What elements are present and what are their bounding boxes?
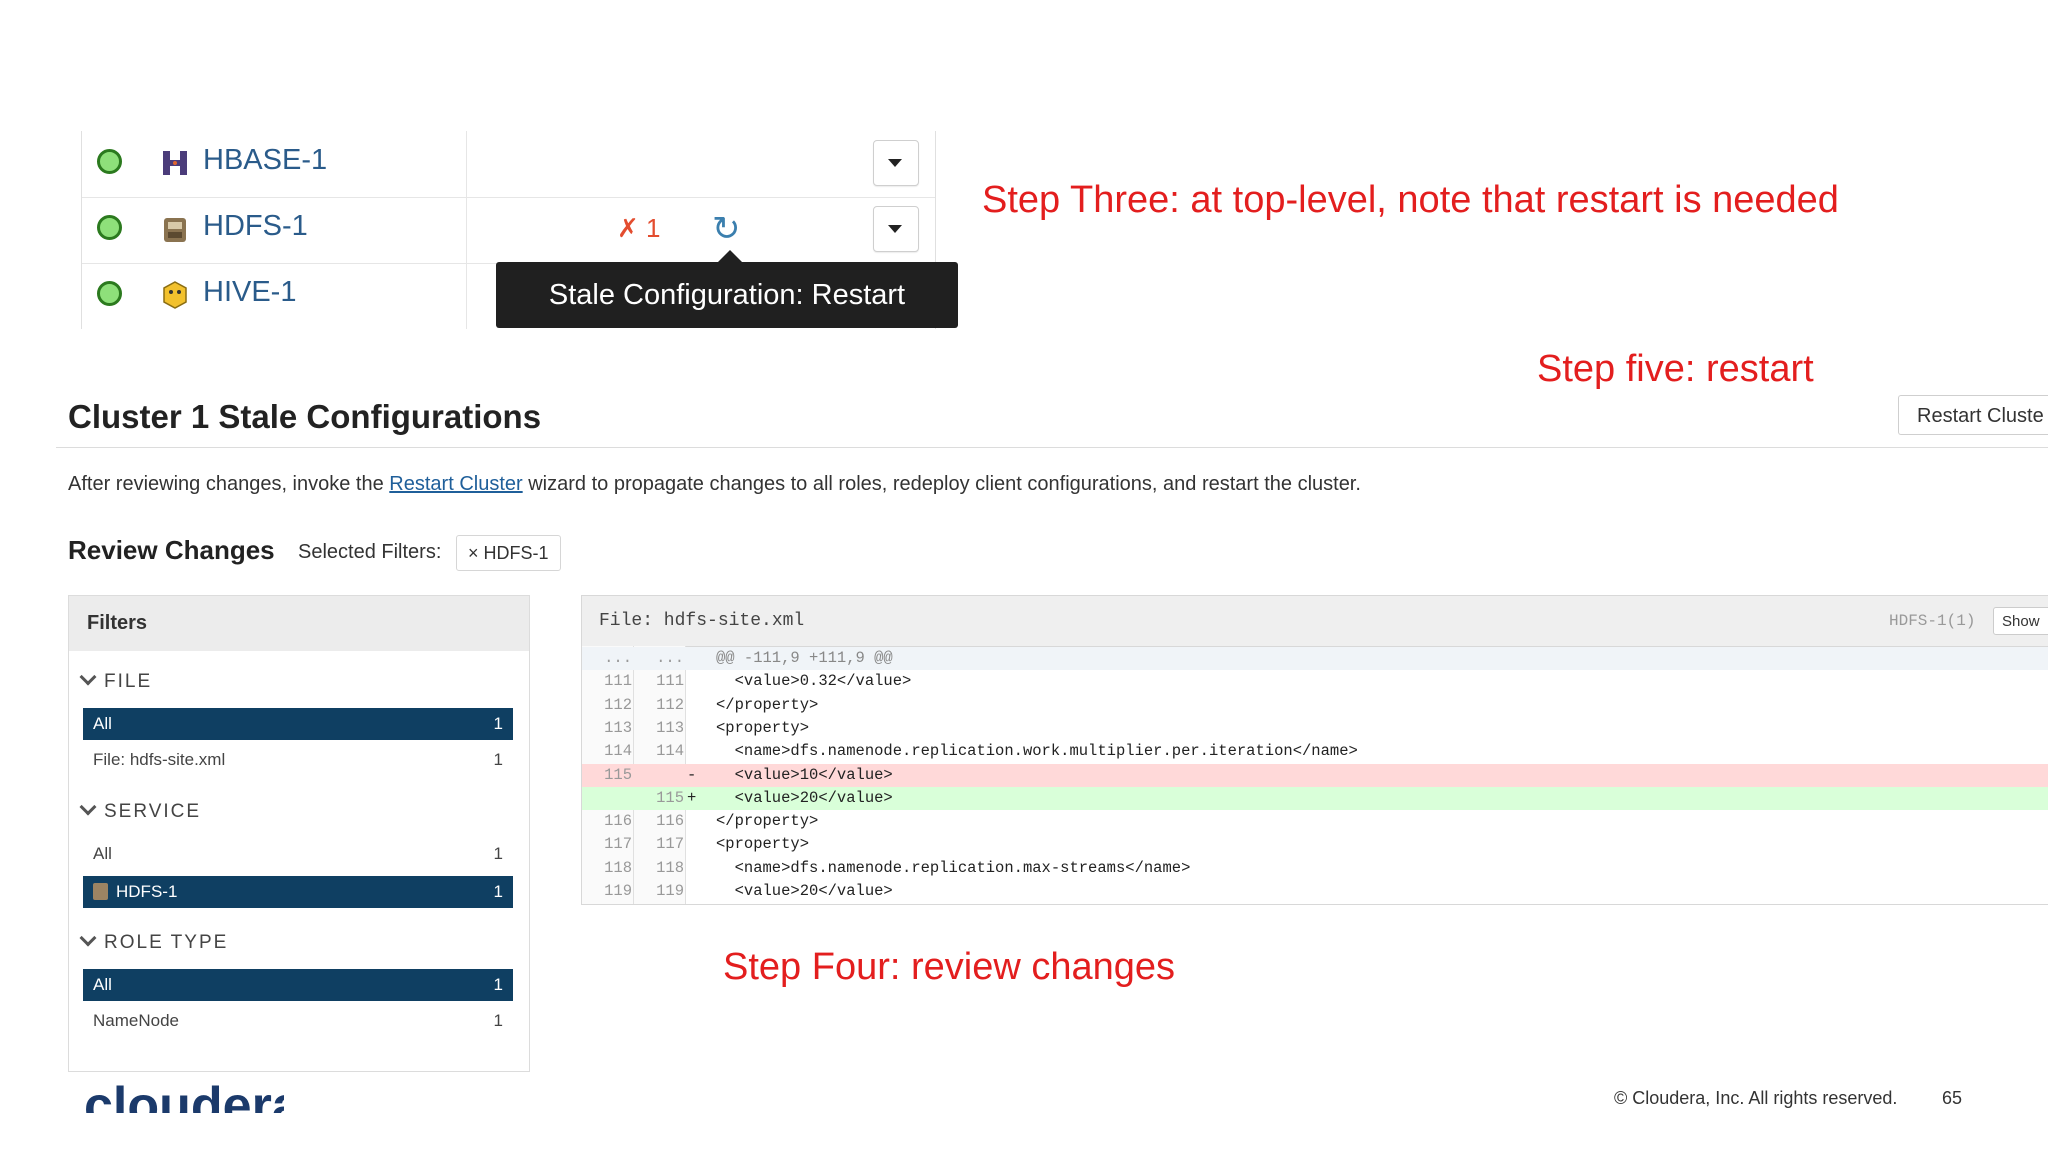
line-number: 116 xyxy=(656,812,684,831)
filter-group-role-type[interactable]: ROLE TYPE xyxy=(79,929,228,954)
hdfs-icon xyxy=(93,883,108,900)
line-number: 113 xyxy=(604,718,632,737)
status-good-icon xyxy=(97,281,122,306)
diff-code: <property> xyxy=(716,718,810,737)
service-name-link[interactable]: HDFS-1 xyxy=(203,210,308,243)
service-name-link[interactable]: HBASE-1 xyxy=(203,144,327,177)
status-good-icon xyxy=(97,149,122,174)
divider xyxy=(56,447,2048,448)
hive-icon xyxy=(163,281,187,309)
wrench-screwdriver-icon: ✗ xyxy=(617,213,639,243)
line-number: 118 xyxy=(604,858,632,877)
diff-line: 116 116 </property> xyxy=(582,810,2048,833)
copyright-text: © Cloudera, Inc. All rights reserved. xyxy=(1614,1088,1898,1108)
diff-header: File: hdfs-site.xml HDFS-1(1) Show xyxy=(582,596,2048,647)
line-number: 112 xyxy=(604,695,632,714)
diff-sign: + xyxy=(687,788,697,807)
tooltip-arrow xyxy=(718,250,742,262)
filter-item-role-all[interactable]: All 1 xyxy=(83,969,513,1001)
filter-group-service[interactable]: SERVICE xyxy=(79,798,201,823)
line-number: 119 xyxy=(656,882,684,900)
filters-title: Filters xyxy=(69,596,529,651)
filter-item-file-hdfs-site[interactable]: File: hdfs-site.xml 1 xyxy=(83,744,513,776)
diff-code: <name>dfs.namenode.replication.max-strea… xyxy=(716,858,1191,877)
diff-line: ...... @@ -111,9 +111,9 @@ xyxy=(582,647,2048,670)
diff-line: 115 + <value>20</value> xyxy=(582,786,2048,810)
service-row-hbase: HBASE-1 xyxy=(82,131,935,198)
diff-service-label: HDFS-1(1) xyxy=(1889,612,1976,630)
page-title: Cluster 1 Stale Configurations xyxy=(68,398,542,435)
annotation-step-three: Step Three: at top-level, note that rest… xyxy=(982,179,1839,221)
line-number: ... xyxy=(656,649,684,667)
filter-item-service-all[interactable]: All 1 xyxy=(83,838,513,870)
filter-item-service-hdfs[interactable]: HDFS-1 1 xyxy=(83,876,513,908)
diff-code: <value>0.32</value> xyxy=(716,672,912,691)
stale-config-indicator[interactable]: ✗ 1 xyxy=(617,213,661,244)
diff-code: <name>dfs.namenode.replication.work.mult… xyxy=(716,742,1358,761)
diff-line: 118 118 <name>dfs.namenode.replication.ma… xyxy=(582,857,2048,880)
line-number: 118 xyxy=(656,858,684,877)
line-number: 111 xyxy=(604,672,632,691)
diff-line: 117 117 <property> xyxy=(582,833,2048,856)
diff-line: 119 119 <value>20</value> xyxy=(582,880,2048,903)
diff-file-name: File: hdfs-site.xml xyxy=(599,611,805,631)
chevron-down-icon xyxy=(79,668,97,686)
selected-filters-label: Selected Filters: xyxy=(298,541,442,563)
filter-item-role-namenode[interactable]: NameNode 1 xyxy=(83,1005,513,1037)
diff-line: 112 112 </property> xyxy=(582,694,2048,717)
diff-code: <value>20</value> xyxy=(716,882,893,900)
hbase-icon xyxy=(163,151,187,175)
diff-code: <property> xyxy=(716,835,810,854)
filter-chip-hdfs[interactable]: × HDFS-1 xyxy=(456,535,561,571)
diff-code: <value>10</value> xyxy=(716,765,893,784)
line-number: 116 xyxy=(604,812,632,831)
stale-config-tooltip: Stale Configuration: Restart xyxy=(496,262,958,328)
line-number: ... xyxy=(604,649,632,667)
line-number: 119 xyxy=(604,882,632,900)
diff-line: 114 114 <name>dfs.namenode.replication.wo… xyxy=(582,740,2048,763)
status-good-icon xyxy=(97,215,122,240)
line-number: 112 xyxy=(656,695,684,714)
diff-code: </property> xyxy=(716,812,819,831)
actions-dropdown-button[interactable] xyxy=(873,206,919,252)
diff-line: 113 113 <property> xyxy=(582,717,2048,740)
service-row-hdfs: HDFS-1 ✗ 1 ↻ xyxy=(82,197,935,264)
description-text: After reviewing changes, invoke the Rest… xyxy=(68,473,1361,495)
line-number: 111 xyxy=(656,672,684,691)
line-number: 115 xyxy=(604,765,632,784)
line-number: 115 xyxy=(656,788,684,807)
line-number: 114 xyxy=(604,742,632,761)
diff-line: 111 111 <value>0.32</value> xyxy=(582,670,2048,693)
filter-group-file[interactable]: FILE xyxy=(79,668,152,693)
diff-sign: - xyxy=(687,765,697,784)
line-number: 117 xyxy=(656,835,684,854)
filter-item-file-all[interactable]: All 1 xyxy=(83,708,513,740)
diff-code: @@ -111,9 +111,9 @@ xyxy=(716,649,893,667)
filters-panel: Filters FILE All 1 File: hdfs-site.xml 1 S… xyxy=(68,595,530,1072)
svg-text:cloudera: cloudera xyxy=(84,1077,284,1113)
restart-cluster-button[interactable]: Restart Cluste xyxy=(1898,395,2048,435)
diff-line: 115 - <value>10</value> xyxy=(582,763,2048,787)
line-number: 114 xyxy=(656,742,684,761)
hdfs-icon xyxy=(164,218,186,242)
annotation-step-five: Step five: restart xyxy=(1537,348,1814,390)
diff-code: <value>20</value> xyxy=(716,788,893,807)
line-number: 113 xyxy=(656,718,684,737)
chevron-down-icon xyxy=(79,929,97,947)
annotation-step-four: Step Four: review changes xyxy=(723,946,1176,988)
line-number: 117 xyxy=(604,835,632,854)
diff-panel: File: hdfs-site.xml HDFS-1(1) Show .....… xyxy=(581,595,2048,905)
cloudera-logo: cloudera xyxy=(84,1077,284,1113)
page-number: 65 xyxy=(1942,1088,1963,1108)
service-name-link[interactable]: HIVE-1 xyxy=(203,276,296,309)
show-button[interactable]: Show xyxy=(1993,607,2048,635)
diff-code: </property> xyxy=(716,695,819,714)
chevron-down-icon xyxy=(79,798,97,816)
actions-dropdown-button[interactable] xyxy=(873,140,919,186)
restart-cluster-link[interactable]: Restart Cluster xyxy=(389,473,522,495)
caret-down-icon xyxy=(888,225,902,233)
caret-down-icon xyxy=(888,159,902,167)
review-changes-heading: Review Changes xyxy=(68,535,275,565)
refresh-restart-icon[interactable]: ↻ xyxy=(712,209,741,249)
